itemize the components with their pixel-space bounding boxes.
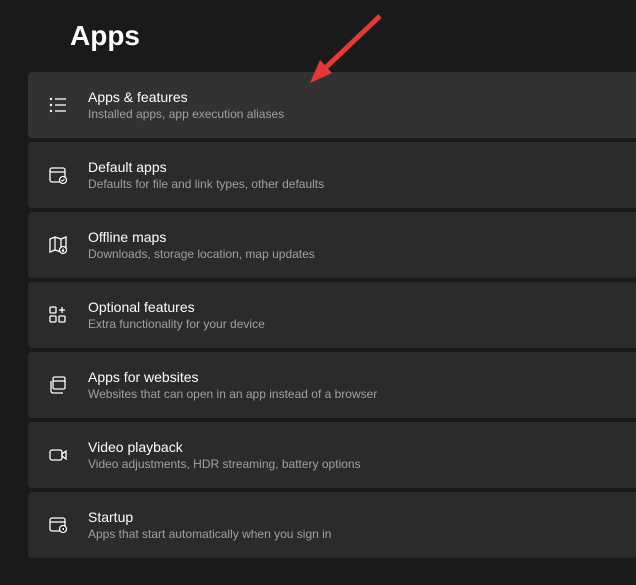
video-icon bbox=[46, 443, 70, 467]
grid-plus-icon bbox=[46, 303, 70, 327]
item-subtitle: Apps that start automatically when you s… bbox=[88, 527, 331, 541]
item-title: Startup bbox=[88, 509, 331, 525]
page-header: Apps bbox=[0, 0, 636, 72]
item-content: Apps & features Installed apps, app exec… bbox=[88, 89, 284, 121]
item-subtitle: Video adjustments, HDR streaming, batter… bbox=[88, 457, 361, 471]
item-title: Apps & features bbox=[88, 89, 284, 105]
item-title: Offline maps bbox=[88, 229, 315, 245]
item-title: Default apps bbox=[88, 159, 324, 175]
stacked-windows-icon bbox=[46, 373, 70, 397]
item-content: Offline maps Downloads, storage location… bbox=[88, 229, 315, 261]
video-playback-item[interactable]: Video playback Video adjustments, HDR st… bbox=[28, 422, 636, 488]
item-subtitle: Defaults for file and link types, other … bbox=[88, 177, 324, 191]
item-content: Video playback Video adjustments, HDR st… bbox=[88, 439, 361, 471]
settings-list: Apps & features Installed apps, app exec… bbox=[0, 72, 636, 558]
map-icon bbox=[46, 233, 70, 257]
startup-item[interactable]: Startup Apps that start automatically wh… bbox=[28, 492, 636, 558]
item-content: Apps for websites Websites that can open… bbox=[88, 369, 377, 401]
apps-for-websites-item[interactable]: Apps for websites Websites that can open… bbox=[28, 352, 636, 418]
item-subtitle: Websites that can open in an app instead… bbox=[88, 387, 377, 401]
default-apps-icon bbox=[46, 163, 70, 187]
item-subtitle: Extra functionality for your device bbox=[88, 317, 265, 331]
item-content: Startup Apps that start automatically wh… bbox=[88, 509, 331, 541]
item-content: Default apps Defaults for file and link … bbox=[88, 159, 324, 191]
startup-icon bbox=[46, 513, 70, 537]
default-apps-item[interactable]: Default apps Defaults for file and link … bbox=[28, 142, 636, 208]
item-subtitle: Downloads, storage location, map updates bbox=[88, 247, 315, 261]
page-title: Apps bbox=[70, 20, 636, 52]
item-subtitle: Installed apps, app execution aliases bbox=[88, 107, 284, 121]
item-title: Apps for websites bbox=[88, 369, 377, 385]
item-title: Video playback bbox=[88, 439, 361, 455]
item-content: Optional features Extra functionality fo… bbox=[88, 299, 265, 331]
offline-maps-item[interactable]: Offline maps Downloads, storage location… bbox=[28, 212, 636, 278]
apps-and-features-item[interactable]: Apps & features Installed apps, app exec… bbox=[28, 72, 636, 138]
item-title: Optional features bbox=[88, 299, 265, 315]
list-icon bbox=[46, 93, 70, 117]
optional-features-item[interactable]: Optional features Extra functionality fo… bbox=[28, 282, 636, 348]
